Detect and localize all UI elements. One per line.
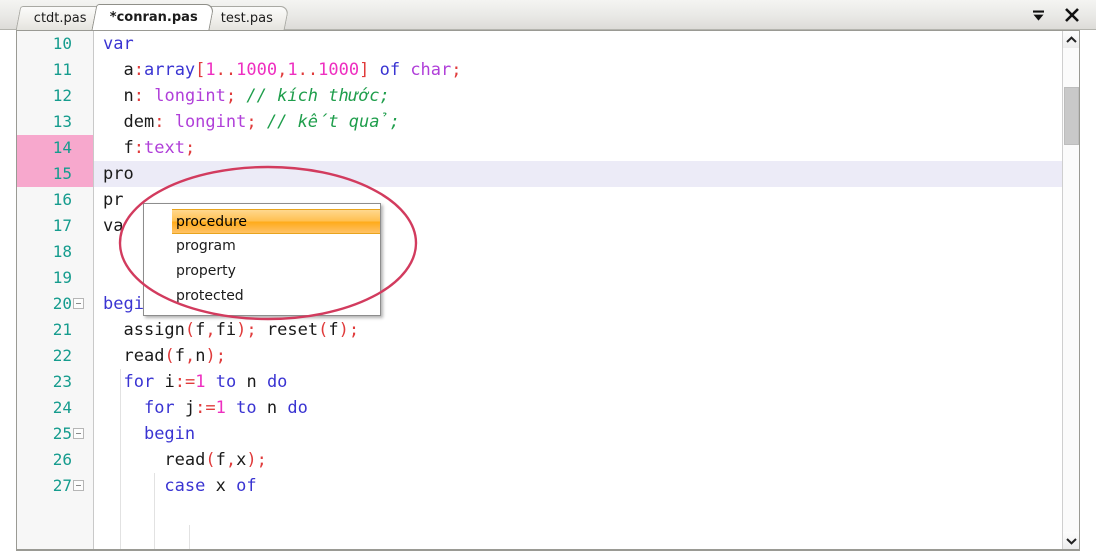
tab-label: ctdt.pas — [33, 11, 87, 26]
line-number: 22 — [52, 346, 72, 365]
scroll-up-button[interactable] — [1063, 31, 1079, 48]
code-text: var — [103, 34, 134, 54]
tab-label: test.pas — [220, 11, 273, 26]
tab-conran-pas[interactable]: *conran.pas — [91, 4, 215, 30]
code-text: assign(f,fi); reset(f); — [123, 320, 360, 340]
code-text: a:array[1..1000,1..1000] of char; — [123, 60, 462, 80]
code-editor-window: ctdt.pas *conran.pas test.pas 10 var 11 … — [0, 0, 1096, 551]
code-text: f:text; — [123, 138, 196, 158]
code-text: pr — [103, 190, 124, 210]
line-number: 17 — [52, 216, 72, 235]
line-number: 10 — [52, 34, 72, 53]
autocomplete-item-property[interactable]: property — [144, 259, 380, 284]
autocomplete-item-procedure[interactable]: procedure — [172, 209, 380, 234]
line-number: 18 — [52, 242, 72, 261]
line-number: 23 — [52, 372, 72, 391]
code-text: pro — [103, 164, 134, 184]
code-fold-toggle[interactable] — [73, 298, 84, 309]
code-text: case x of — [164, 476, 257, 496]
source-code-editor[interactable]: 10 var 11 a:array[1..1000,1..1000] of char… — [16, 30, 1080, 551]
code-fold-toggle[interactable] — [73, 428, 84, 439]
chevron-down-icon[interactable] — [1028, 5, 1048, 25]
line-number: 19 — [52, 268, 72, 287]
code-text: for i:=1 to n do — [123, 372, 288, 392]
scrollbar-thumb[interactable] — [1064, 86, 1079, 146]
line-number: 26 — [52, 450, 72, 469]
code-text: va — [103, 216, 124, 236]
editor-tab-bar: ctdt.pas *conran.pas test.pas — [0, 0, 1096, 30]
tab-bar-actions — [1028, 0, 1090, 30]
close-icon[interactable] — [1062, 5, 1082, 25]
code-text: begin — [143, 424, 196, 444]
tab-ctdt-pas[interactable]: ctdt.pas — [15, 6, 104, 30]
line-number: 14 — [17, 135, 93, 161]
tab-test-pas[interactable]: test.pas — [202, 6, 290, 30]
tab-label: *conran.pas — [109, 10, 198, 25]
line-number: 24 — [52, 398, 72, 417]
tab-strip: ctdt.pas *conran.pas test.pas — [15, 3, 290, 30]
line-number: 13 — [52, 112, 72, 131]
line-number: 11 — [52, 60, 72, 79]
vertical-scrollbar[interactable] — [1062, 31, 1079, 549]
autocomplete-popup[interactable]: procedure program property protected — [143, 203, 381, 316]
code-text: dem: longint; // kết quả; — [123, 112, 400, 132]
code-text: n: longint; // kích thước; — [123, 86, 390, 106]
code-fold-toggle[interactable] — [73, 480, 84, 491]
line-number: 15 — [17, 161, 93, 187]
line-number: 12 — [52, 86, 72, 105]
scroll-down-button[interactable] — [1063, 532, 1079, 549]
code-text: for j:=1 to n do — [143, 398, 308, 418]
autocomplete-item-program[interactable]: program — [144, 234, 380, 259]
line-number: 16 — [52, 190, 72, 209]
code-text: read(f,n); — [123, 346, 226, 366]
code-text: read(f,x); — [164, 450, 267, 470]
autocomplete-item-protected[interactable]: protected — [144, 284, 380, 309]
line-number: 21 — [52, 320, 72, 339]
